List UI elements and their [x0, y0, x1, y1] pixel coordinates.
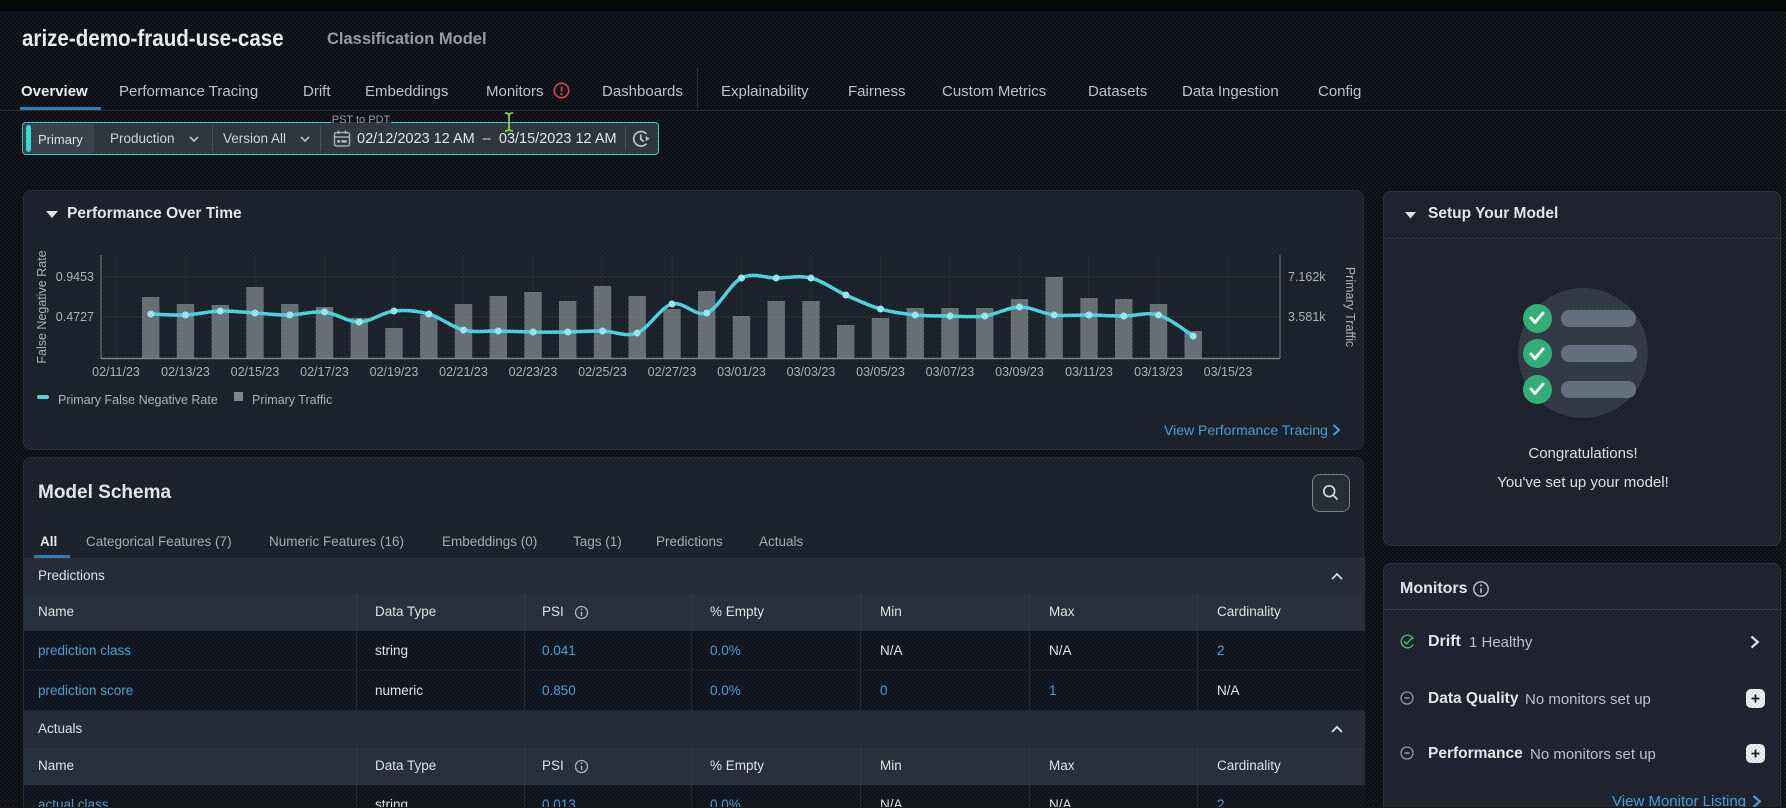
svg-text:03/11/23: 03/11/23: [1065, 365, 1113, 379]
svg-text:02/17/23: 02/17/23: [300, 365, 349, 379]
svg-text:03/09/23: 03/09/23: [995, 365, 1044, 379]
svg-text:02/19/23: 02/19/23: [370, 365, 419, 379]
svg-text:3.581k: 3.581k: [1288, 310, 1326, 324]
svg-text:False Negative Rate: False Negative Rate: [35, 250, 49, 363]
svg-text:03/07/23: 03/07/23: [926, 365, 975, 379]
svg-text:Primary Traffic: Primary Traffic: [1343, 267, 1357, 347]
svg-text:03/15/23: 03/15/23: [1204, 365, 1253, 379]
svg-text:02/23/23: 02/23/23: [509, 365, 558, 379]
svg-text:0.4727: 0.4727: [56, 310, 94, 324]
svg-text:02/21/23: 02/21/23: [439, 365, 488, 379]
svg-text:03/03/23: 03/03/23: [787, 365, 836, 379]
svg-text:0.9453: 0.9453: [56, 270, 94, 284]
svg-text:02/11/23: 02/11/23: [92, 365, 140, 379]
svg-text:7.162k: 7.162k: [1288, 270, 1326, 284]
svg-text:03/05/23: 03/05/23: [856, 365, 905, 379]
svg-text:03/13/23: 03/13/23: [1134, 365, 1183, 379]
svg-text:02/27/23: 02/27/23: [648, 365, 697, 379]
svg-text:02/15/23: 02/15/23: [231, 365, 280, 379]
svg-text:02/13/23: 02/13/23: [161, 365, 210, 379]
svg-text:03/01/23: 03/01/23: [717, 365, 766, 379]
svg-text:02/25/23: 02/25/23: [578, 365, 627, 379]
